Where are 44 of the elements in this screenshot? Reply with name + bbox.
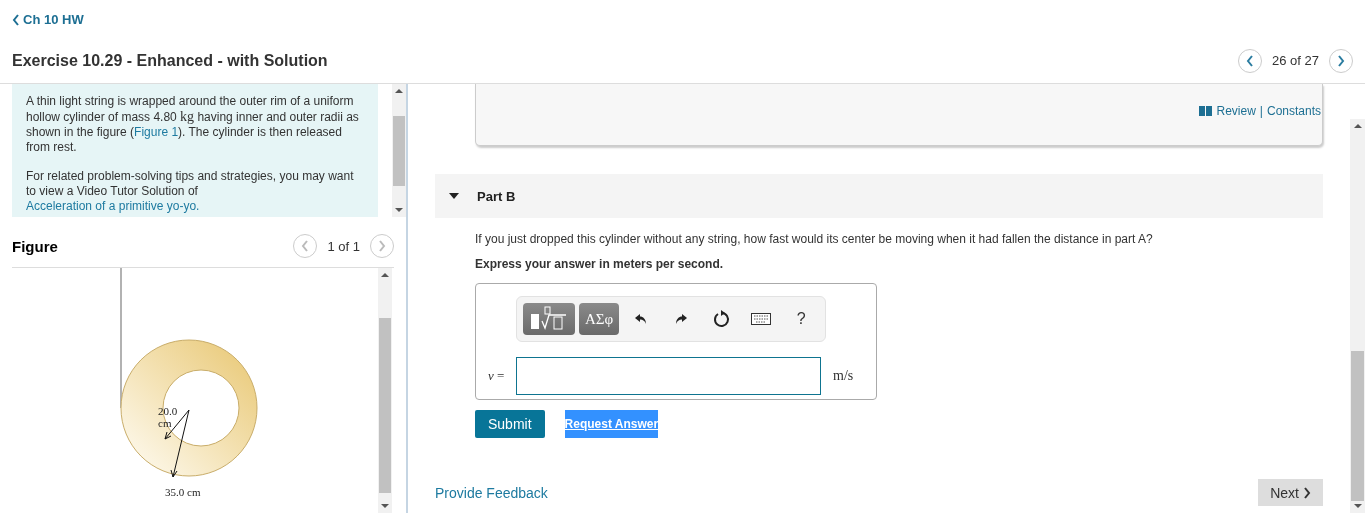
back-chevron-icon (12, 13, 20, 26)
back-link[interactable]: Ch 10 HW (12, 12, 84, 27)
scrollbar[interactable] (1350, 119, 1365, 513)
figure-counter: 1 of 1 (327, 238, 360, 254)
symbols-button[interactable]: ΑΣφ (579, 303, 620, 335)
inner-radius-label: 20.0 cm (158, 405, 178, 429)
figure-link[interactable]: Acceleration of a primitive yo-yo. (26, 199, 200, 213)
request-answer-button[interactable]: Request Answer (564, 410, 659, 438)
keyboard-icon (751, 313, 772, 325)
chevron-right-icon (378, 240, 386, 252)
chevron-left-icon (1246, 54, 1254, 67)
feedback-link[interactable]: Provide Feedback (435, 484, 548, 501)
constants-link[interactable]: Constants (1266, 104, 1321, 118)
reset-icon (712, 310, 731, 328)
exercise-title: Exercise 10.29 - Enhanced - with Solution (12, 51, 328, 70)
next-page-button[interactable] (1329, 48, 1353, 73)
outer-radius-label: 35.0 cm (165, 486, 201, 498)
link-separator: | (1259, 104, 1263, 118)
variable-label: v = (488, 368, 506, 384)
book-icon (1199, 106, 1213, 116)
question-text: If you just dropped this cylinder without any string, how fast would its center be moving when it had fallen the distance in part A? (475, 232, 1154, 246)
template-button[interactable] (523, 303, 575, 335)
problem-text: For related problem-solving tips and strategies, you may want to view a Video Tutor Solution of Acceleration of a primitive yo-yo. (26, 169, 355, 214)
submit-button[interactable]: Submit (475, 410, 545, 438)
template-icon (529, 306, 569, 332)
review-link[interactable]: Review (1216, 104, 1256, 118)
part-header[interactable]: Part B (435, 174, 1323, 218)
instruction-text: Express your answer in meters per second. (475, 257, 725, 271)
scrollbar[interactable] (378, 268, 392, 513)
figure-title: Figure (12, 237, 58, 255)
undo-icon (634, 312, 649, 326)
chevron-left-icon (301, 240, 310, 252)
problem-text: A thin light string is wrapped around the outer rim of a uniform hollow cylinder of mass 4.80 kg having inner and outer radii as shown in the figure (Figure 1). The cylinder is then released from rest. (26, 94, 360, 155)
figure-link[interactable]: Figure 1 (134, 125, 179, 139)
unit-label: m/s (833, 368, 854, 384)
chevron-right-icon (1337, 54, 1345, 67)
page-counter: 26 of 27 (1272, 53, 1319, 68)
scrollbar[interactable] (392, 84, 406, 217)
previous-button[interactable] (1238, 48, 1262, 73)
next-button[interactable]: Next (1258, 479, 1323, 506)
redo-icon (674, 312, 689, 326)
help-button[interactable]: ? (783, 310, 820, 328)
answer-field[interactable] (516, 357, 821, 395)
chevron-right-icon (1303, 486, 1311, 499)
